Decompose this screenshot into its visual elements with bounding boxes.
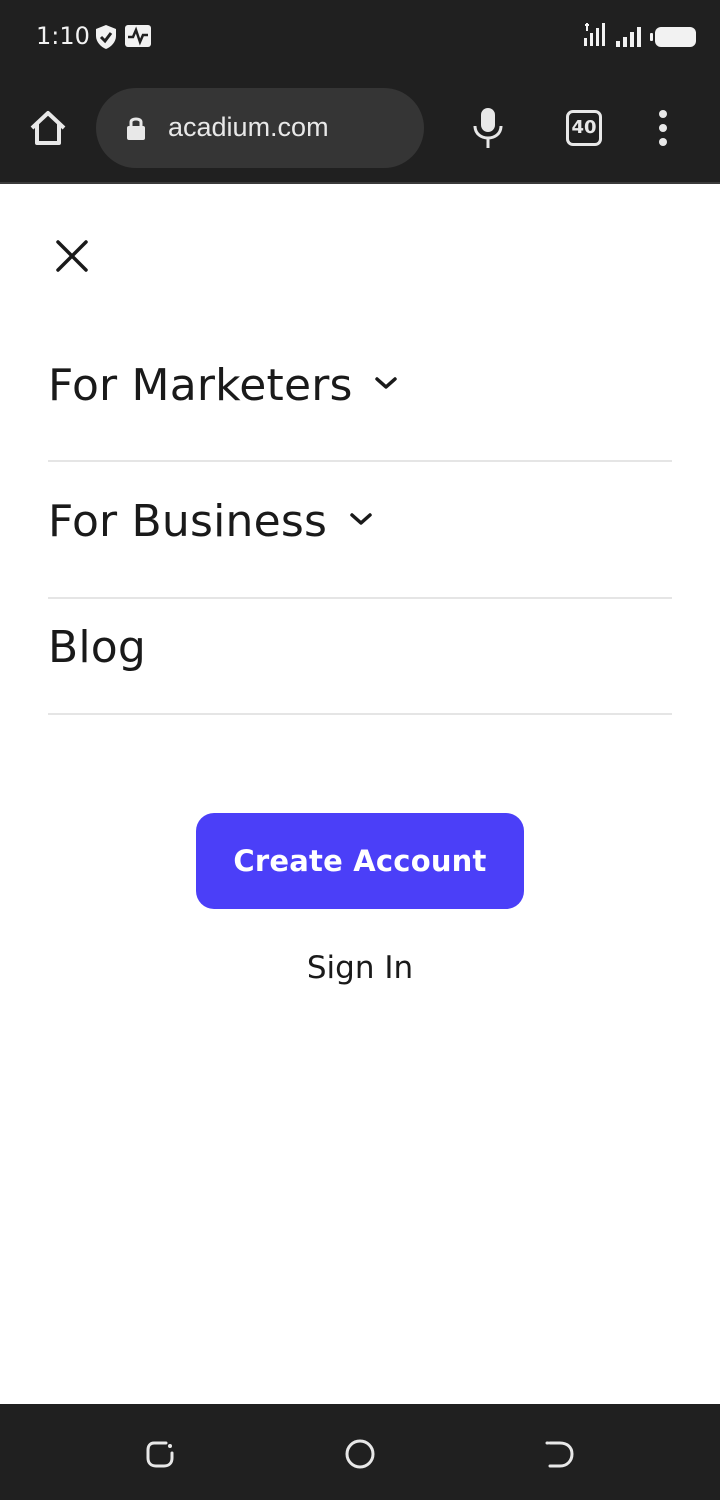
system-nav-bar xyxy=(0,1404,720,1500)
nav-item-label: For Marketers xyxy=(48,360,353,411)
more-vert-icon[interactable] xyxy=(650,108,676,148)
nav-item-label: Blog xyxy=(48,622,147,673)
status-time: 1:10 xyxy=(36,22,90,50)
url-text: acadium.com xyxy=(168,112,329,142)
home-icon[interactable] xyxy=(26,106,70,150)
home-circle-icon[interactable] xyxy=(344,1438,376,1475)
create-account-button[interactable]: Create Account xyxy=(196,813,524,909)
activity-icon xyxy=(124,24,152,53)
recents-icon[interactable] xyxy=(144,1438,176,1475)
address-bar[interactable]: acadium.com xyxy=(96,88,424,168)
status-bar: 1:10 xyxy=(0,0,720,72)
battery-icon xyxy=(650,26,698,53)
sign-in-link[interactable]: Sign In xyxy=(0,950,720,986)
signal-icon xyxy=(582,22,608,53)
nav-item-for-marketers[interactable]: For Marketers xyxy=(48,360,672,462)
lock-icon xyxy=(124,114,148,147)
nav-item-blog[interactable]: Blog xyxy=(48,622,672,715)
browser-toolbar: acadium.com 40 xyxy=(0,72,720,184)
back-icon[interactable] xyxy=(544,1438,576,1475)
mic-icon[interactable] xyxy=(470,106,506,150)
chevron-down-icon xyxy=(348,511,374,532)
tabs-button[interactable]: 40 xyxy=(566,110,602,146)
nav-item-for-business[interactable]: For Business xyxy=(48,496,672,599)
shield-check-icon xyxy=(94,24,118,55)
nav-item-label: For Business xyxy=(48,496,328,547)
chevron-down-icon xyxy=(373,375,399,396)
signal-icon xyxy=(614,26,642,53)
tab-count: 40 xyxy=(571,117,597,138)
close-icon[interactable] xyxy=(52,236,92,276)
